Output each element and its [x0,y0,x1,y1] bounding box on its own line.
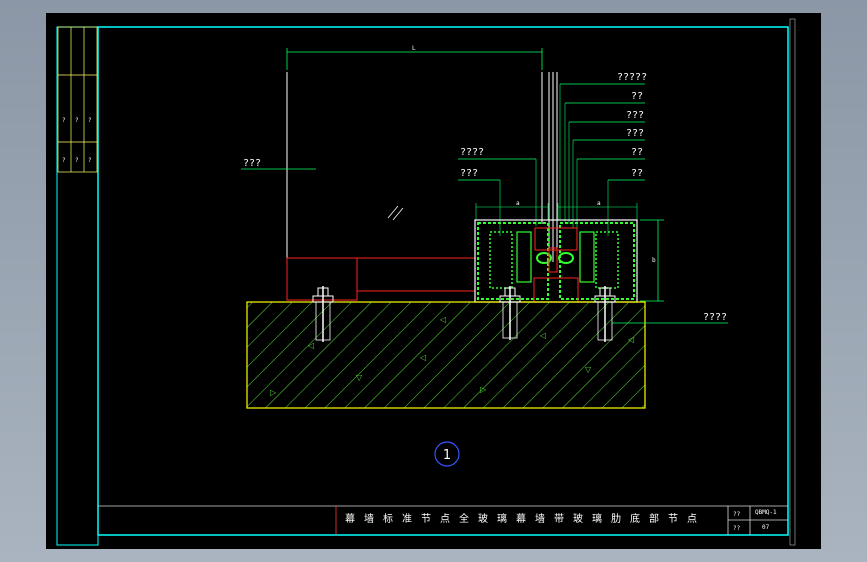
side-mark: ? [88,157,92,164]
aggregate-mark: ◁ [439,315,446,324]
aggregate-mark: ◁ [419,353,426,362]
side-mark: ? [62,157,66,164]
callout-label: ?? [631,147,643,158]
callout-label: ???? [460,147,484,158]
left-label: ??? [243,158,261,169]
cad-drawing-canvas[interactable]: ? ? ? ? ? ? 幕墙标准节点全玻璃幕墙带玻璃肋底部节点 ?? ?? QB… [0,0,867,562]
aggregate-mark: ◁ [627,335,634,344]
callout-label: ??? [460,168,478,179]
aggregate-mark: ◁ [539,331,546,340]
small-dimension-text: a [597,200,601,207]
title-field-label: ?? [733,525,741,532]
side-mark: ? [62,117,66,124]
side-mark: ? [75,157,79,164]
callout-label: ????? [617,72,647,83]
concrete-substrate: ◁ ▽ ◁ ▷ ◁ ▽ ◁ ▷ ◁ [246,301,646,409]
aggregate-mark: ▷ [270,388,277,397]
drawing-background [46,13,821,549]
callout-label: ?? [631,91,643,102]
callout-label: ??? [626,128,644,139]
drawing-title: 幕墙标准节点全玻璃幕墙带玻璃肋底部节点 [345,512,706,525]
callout-label: ?? [631,168,643,179]
detail-number: 1 [443,448,451,463]
drawing-number: QBMQ-1 [755,509,777,516]
aggregate-mark: ▽ [356,373,363,382]
width-dimension-text: L [412,45,416,52]
aggregate-mark: ▽ [585,365,592,374]
callout-label: ??? [626,110,644,121]
height-dimension-text: b [652,257,656,264]
aggregate-mark: ◁ [307,341,314,350]
anchor-label: ???? [703,312,727,323]
side-mark: ? [75,117,79,124]
small-dimension-text: a [516,200,520,207]
aggregate-mark: ▷ [480,385,487,394]
side-mark: ? [88,117,92,124]
title-field-label: ?? [733,511,741,518]
sheet-number: 07 [762,524,770,531]
